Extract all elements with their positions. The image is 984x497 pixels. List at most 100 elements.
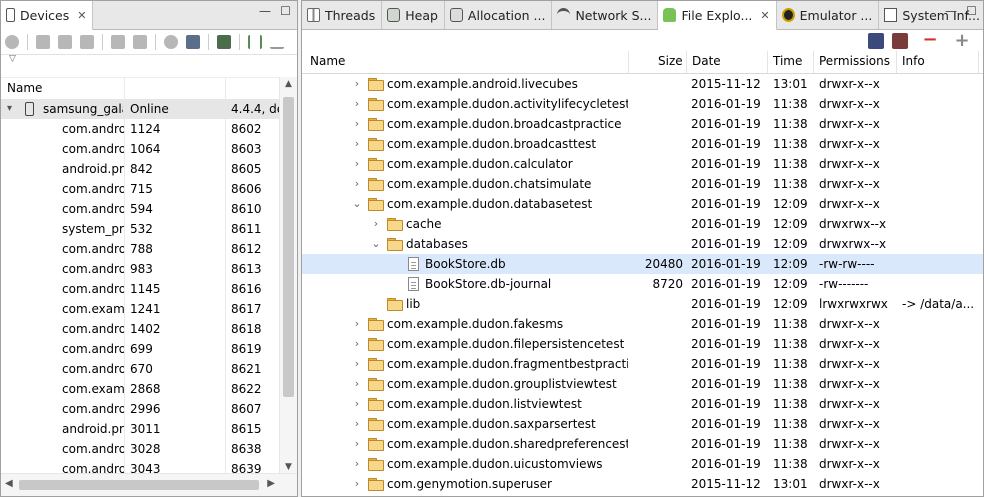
folder-row[interactable]: › com.example.dudon.uicustomviews 2016-01-… <box>302 454 983 474</box>
process-row[interactable]: com.examp 1241 8617 <box>1 299 280 319</box>
expand-icon[interactable]: › <box>352 134 362 154</box>
process-row[interactable]: android.pr 3011 8615 <box>1 419 280 439</box>
expand-icon[interactable]: › <box>352 354 362 374</box>
scroll-down-icon[interactable]: ▼ <box>280 462 297 472</box>
expand-icon[interactable]: › <box>352 114 362 134</box>
process-row[interactable]: com.examp 2868 8622 <box>1 379 280 399</box>
new-folder-icon[interactable]: + <box>954 32 970 50</box>
column-header-permissions[interactable]: Permissions <box>819 54 890 68</box>
devices-vertical-scrollbar[interactable]: ▲ ▼ <box>279 77 297 474</box>
process-row[interactable]: com.andro 2996 8607 <box>1 399 280 419</box>
pull-file-icon[interactable] <box>868 33 884 49</box>
stop-process-icon[interactable] <box>164 35 178 49</box>
close-icon[interactable]: ✕ <box>760 9 769 22</box>
folder-row[interactable]: › com.genymotion.superuser 2015-11-12 13:01… <box>302 474 983 494</box>
process-row[interactable]: android.pr 842 8605 <box>1 159 280 179</box>
cause-gc-icon[interactable] <box>80 35 94 49</box>
column-header-info[interactable]: Info <box>902 54 925 68</box>
folder-row[interactable]: › com.example.dudon.chatsimulate 2016-01-1… <box>302 174 983 194</box>
expand-icon[interactable]: › <box>352 474 362 494</box>
delete-icon[interactable]: − <box>922 31 938 49</box>
collapse-icon[interactable]: ⌄ <box>371 234 381 254</box>
folder-row[interactable]: › com.example.dudon.activitylifecycletest… <box>302 94 983 114</box>
collapse-icon[interactable]: ⌄ <box>352 194 362 214</box>
column-header-name[interactable]: Name <box>310 54 345 68</box>
scroll-right-icon[interactable]: ▶ <box>267 478 275 489</box>
folder-row[interactable]: › com.example.dudon.listviewtest 2016-01-1… <box>302 394 983 414</box>
dump-hprof-icon[interactable] <box>58 35 72 49</box>
tab-network[interactable]: Network S... <box>552 1 659 29</box>
folder-row[interactable]: › com.example.dudon.broadcasttest 2016-01-… <box>302 134 983 154</box>
update-heap-icon[interactable] <box>36 35 50 49</box>
expand-icon[interactable]: › <box>352 174 362 194</box>
maximize-icon[interactable]: ☐ <box>280 5 291 17</box>
tab-threads[interactable]: Threads <box>302 1 383 29</box>
column-header-name[interactable]: Name <box>7 81 42 95</box>
screen-capture-icon[interactable] <box>186 35 200 49</box>
scroll-up-icon[interactable]: ▲ <box>280 79 297 89</box>
expand-icon[interactable]: › <box>352 334 362 354</box>
tab-allocation[interactable]: Allocation ... <box>445 1 553 29</box>
process-row[interactable]: com.andro 594 8610 <box>1 199 280 219</box>
column-header-size[interactable]: Size <box>658 54 683 68</box>
folder-row[interactable]: › cache 2016-01-19 12:09 drwxrwx--x <box>302 214 983 234</box>
column-header-time[interactable]: Time <box>773 54 802 68</box>
expand-icon[interactable]: › <box>352 74 362 94</box>
folder-row[interactable]: › com.example.android.livecubes 2015-11-12… <box>302 74 983 94</box>
start-opengl-trace-icon[interactable] <box>270 35 284 49</box>
folder-row[interactable]: › com.example.dudon.saxparsertest 2016-01-… <box>302 414 983 434</box>
expand-icon[interactable]: › <box>352 154 362 174</box>
process-row[interactable]: com.andro 1145 8616 <box>1 279 280 299</box>
folder-row[interactable]: › com.example.dudon.broadcastpractice 2016… <box>302 114 983 134</box>
scrollbar-thumb[interactable] <box>283 97 294 397</box>
expand-icon[interactable]: › <box>352 314 362 334</box>
process-row[interactable]: com.andro 983 8613 <box>1 259 280 279</box>
file-row[interactable]: BookStore.db 20480 2016-01-19 12:09 -rw-rw--… <box>302 254 983 274</box>
process-row[interactable]: com.andro 670 8621 <box>1 359 280 379</box>
folder-row[interactable]: › com.example.dudon.sharedpreferencestes 2… <box>302 434 983 454</box>
scroll-left-icon[interactable]: ◀ <box>5 478 13 489</box>
expand-icon[interactable]: › <box>352 414 362 434</box>
process-row[interactable]: com.andro 3028 8638 <box>1 439 280 459</box>
folder-row[interactable]: ⌄ databases 2016-01-19 12:09 drwxrwx--x <box>302 234 983 254</box>
tab-android[interactable]: File Explo... ✕ <box>658 1 777 30</box>
folder-row[interactable]: › com.example.dudon.fakesms 2016-01-19 11:3… <box>302 314 983 334</box>
push-file-icon[interactable] <box>892 33 908 49</box>
folder-row[interactable]: › com.example.dudon.fragmentbestpractice 2… <box>302 354 983 374</box>
expand-icon[interactable]: › <box>352 374 362 394</box>
expand-icon[interactable]: › <box>371 214 381 234</box>
close-icon[interactable]: ✕ <box>77 9 86 22</box>
maximize-icon[interactable]: ☐ <box>966 5 977 17</box>
process-row[interactable]: com.andro 788 8612 <box>1 239 280 259</box>
expand-icon[interactable]: › <box>352 454 362 474</box>
file-row[interactable]: BookStore.db-journal 8720 2016-01-19 12:09-… <box>302 274 983 294</box>
dump-view-hierarchy-icon[interactable] <box>217 35 231 49</box>
collapse-icon[interactable]: ▾ <box>7 99 19 119</box>
folder-row[interactable]: › com.example.dudon.calculator 2016-01-19 1… <box>302 154 983 174</box>
expand-icon[interactable]: › <box>352 394 362 414</box>
update-threads-icon[interactable] <box>111 35 125 49</box>
folder-row[interactable]: › com.example.dudon.grouplistviewtest 2016… <box>302 374 983 394</box>
view-menu-icon[interactable]: ▽ <box>9 54 16 64</box>
expand-icon[interactable]: › <box>352 434 362 454</box>
debug-icon[interactable] <box>5 35 19 49</box>
process-row[interactable]: com.andro 1064 8603 <box>1 139 280 159</box>
process-row[interactable]: com.andro 699 8619 <box>1 339 280 359</box>
tab-devices[interactable]: Devices ✕ <box>1 1 94 30</box>
process-row[interactable]: com.andro 715 8606 <box>1 179 280 199</box>
column-header-date[interactable]: Date <box>692 54 721 68</box>
device-row[interactable]: ▾ samsung_gala Online 4.4.4, de <box>1 99 280 119</box>
devices-horizontal-scrollbar[interactable]: ◀ ▶ <box>1 473 297 496</box>
process-row[interactable]: com.andro 1402 8618 <box>1 319 280 339</box>
folder-row[interactable]: ⌄ com.example.dudon.databasetest 2016-01-1… <box>302 194 983 214</box>
tab-emulator[interactable]: Emulator ... <box>777 1 880 29</box>
expand-icon[interactable]: › <box>352 94 362 114</box>
minimize-icon[interactable]: — <box>945 5 957 17</box>
process-row[interactable]: system_prc 532 8611 <box>1 219 280 239</box>
minimize-icon[interactable]: — <box>259 5 271 17</box>
process-row[interactable]: com.andro 1124 8602 <box>1 119 280 139</box>
systrace-icon[interactable] <box>248 35 262 49</box>
tab-heap[interactable]: Heap <box>382 1 445 29</box>
method-profiling-icon[interactable] <box>133 35 147 49</box>
folder-row[interactable]: › com.example.dudon.filepersistencetest 20… <box>302 334 983 354</box>
